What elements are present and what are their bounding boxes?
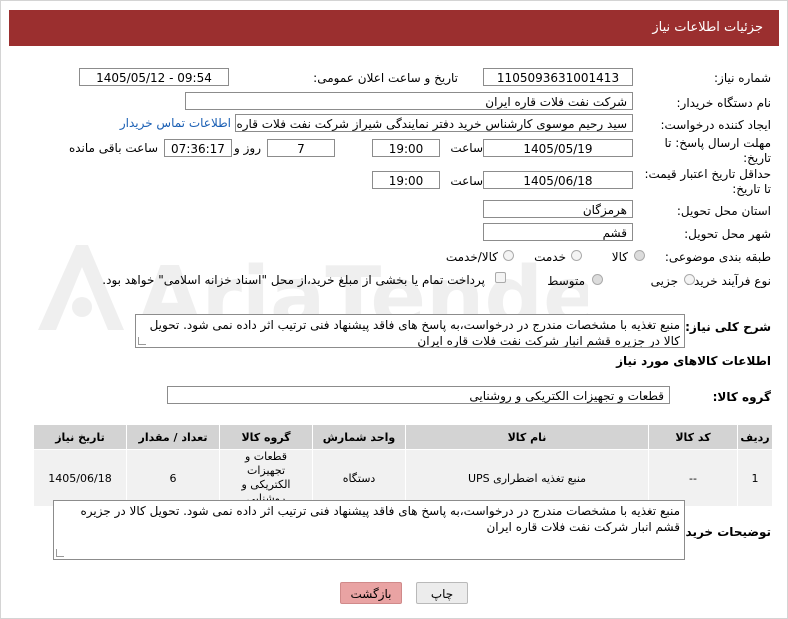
goods-group-field: قطعات و تجهیزات الکتریکی و روشنایی	[167, 386, 670, 404]
announce-label: تاریخ و ساعت اعلان عمومی:	[313, 71, 458, 85]
deadline-date-field: 1405/05/19	[483, 139, 633, 157]
items-table: ردیف کد کالا نام کالا واحد شمارش گروه کا…	[33, 424, 773, 507]
need-number-label: شماره نیاز:	[714, 71, 771, 85]
price-validity-label: حداقل تاریخ اعتبار قیمت: تا تاریخ:	[644, 167, 771, 196]
category-label: طبقه بندی موضوعی:	[664, 250, 771, 264]
category-goods-service-label: کالا/خدمت	[445, 250, 498, 264]
remaining-label: ساعت باقی مانده	[68, 141, 158, 155]
summary-text: منبع تغذیه با مشخصات مندرج در درخواست،به…	[149, 318, 680, 348]
process-medium-label: متوسط	[547, 274, 585, 288]
creator-field: سید رحیم موسوی کارشناس خرید دفتر نمایندگ…	[235, 114, 633, 132]
province-field: هرمزگان	[483, 200, 633, 218]
buyer-notes-text: منبع تغذیه با مشخصات مندرج در درخواست،به…	[80, 504, 680, 534]
cell-name: منبع تغذیه اضطراری UPS	[405, 449, 649, 507]
remaining-time-field: 07:36:17	[164, 139, 232, 157]
resize-grip-icon[interactable]	[56, 549, 64, 557]
col-row-header: ردیف	[737, 424, 773, 450]
announce-field: 1405/05/12 - 09:54	[79, 68, 229, 86]
cell-unit: دستگاه	[312, 449, 406, 507]
price-validity-time-label: ساعت	[450, 174, 483, 188]
cell-qty: 6	[126, 449, 220, 507]
back-button[interactable]: بازگشت	[340, 582, 402, 604]
print-button[interactable]: چاپ	[416, 582, 468, 604]
resize-grip-icon[interactable]	[138, 337, 146, 345]
cell-group: قطعات و تجهیزات الکتریکی و روشنایی	[219, 449, 313, 507]
col-unit-header: واحد شمارش	[312, 424, 406, 450]
price-validity-date-field: 1405/06/18	[483, 171, 633, 189]
province-label: استان محل تحویل:	[676, 204, 771, 218]
table-header-row: ردیف کد کالا نام کالا واحد شمارش گروه کا…	[33, 424, 773, 450]
need-number-field: 1105093631001413	[483, 68, 633, 86]
deadline-time-field: 19:00	[372, 139, 440, 157]
buyer-notes-textarea[interactable]: منبع تغذیه با مشخصات مندرج در درخواست،به…	[53, 500, 685, 560]
category-goods-radio[interactable]	[634, 250, 645, 261]
category-goods-service-radio[interactable]	[503, 250, 514, 261]
col-qty-header: تعداد / مقدار	[126, 424, 220, 450]
process-type-label: نوع فرآیند خرید :	[686, 274, 771, 288]
cell-row: 1	[737, 449, 773, 507]
city-field: قشم	[483, 223, 633, 241]
contact-info-link[interactable]: اطلاعات تماس خریدار	[120, 116, 231, 130]
treasury-payment-checkbox[interactable]	[495, 272, 506, 283]
category-service-radio[interactable]	[571, 250, 582, 261]
category-goods-label: کالا	[611, 250, 628, 264]
col-name-header: نام کالا	[405, 424, 649, 450]
days-field: 7	[267, 139, 335, 157]
process-partial-label: جزیی	[650, 274, 678, 288]
col-group-header: گروه کالا	[219, 424, 313, 450]
page-header: جزئیات اطلاعات نیاز	[9, 10, 779, 46]
city-label: شهر محل تحویل:	[684, 227, 771, 241]
cell-code: --	[648, 449, 738, 507]
buyer-org-label: نام دستگاه خریدار:	[676, 96, 772, 110]
items-info-title: اطلاعات کالاهای مورد نیاز	[616, 354, 771, 368]
page-title: جزئیات اطلاعات نیاز	[652, 20, 763, 35]
summary-label: شرح کلی نیاز:	[685, 320, 771, 334]
table-row: 1 -- منبع تغذیه اضطراری UPS دستگاه قطعات…	[33, 449, 773, 507]
cell-date: 1405/06/18	[33, 449, 127, 507]
price-validity-time-field: 19:00	[372, 171, 440, 189]
buyer-org-field: شرکت نفت فلات قاره ایران	[185, 92, 633, 110]
col-date-header: تاریخ نیاز	[33, 424, 127, 450]
deadline-time-label: ساعت	[450, 141, 483, 155]
process-medium-radio[interactable]	[592, 274, 603, 285]
summary-textarea[interactable]: منبع تغذیه با مشخصات مندرج در درخواست،به…	[135, 314, 685, 348]
process-partial-radio[interactable]	[684, 274, 695, 285]
days-label: روز و	[234, 141, 261, 155]
col-code-header: کد کالا	[648, 424, 738, 450]
payment-note: پرداخت تمام یا بخشی از مبلغ خرید،از محل …	[102, 273, 485, 287]
goods-group-label: گروه کالا:	[712, 390, 771, 404]
category-service-label: خدمت	[534, 250, 566, 264]
deadline-label: مهلت ارسال پاسخ: تا تاریخ:	[664, 136, 771, 165]
creator-label: ایجاد کننده درخواست:	[660, 118, 771, 132]
